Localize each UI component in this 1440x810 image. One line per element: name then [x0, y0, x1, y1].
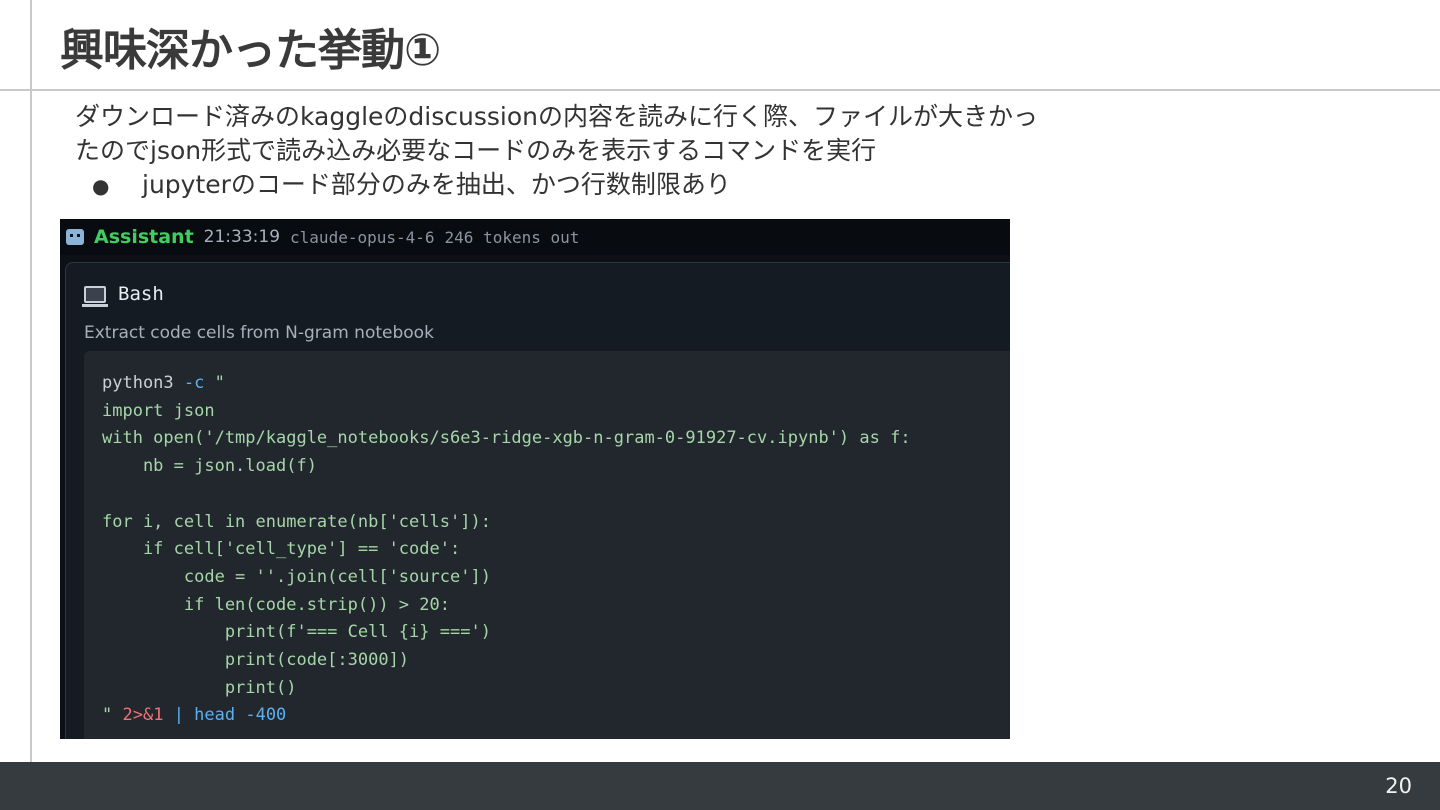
code-line: for i, cell in enumerate(nb['cells']): — [102, 511, 491, 532]
code-line: print() — [102, 677, 297, 698]
left-divider — [30, 0, 32, 762]
tool-call-card: Bash Extract code cells from N-gram note… — [65, 262, 1010, 739]
slide-footer: 20 — [0, 762, 1440, 810]
code-line: if len(code.strip()) > 20: — [102, 594, 450, 615]
page-number: 20 — [1385, 774, 1412, 798]
laptop-icon — [82, 285, 108, 307]
code-line: nb = json.load(f) — [102, 456, 317, 477]
code-line: " 2>&1 | head -400 — [102, 705, 287, 726]
code-line: code = ''.join(cell['source']) — [102, 566, 491, 587]
slide-body: ダウンロード済みのkaggleのdiscussionの内容を読みに行く際、ファイ… — [75, 100, 1155, 168]
code-text: python3 -c " import json with open('/tmp… — [102, 370, 911, 730]
body-line-2: たのでjson形式で読み込み必要なコードのみを表示するコマンドを実行 — [75, 136, 877, 165]
message-header: Assistant 21:33:19 claude-opus-4-6 246 t… — [60, 219, 1010, 255]
code-line: python3 -c " — [102, 373, 225, 393]
tool-title: Bash — [82, 283, 164, 307]
model-name: claude-opus-4-6 — [290, 227, 435, 247]
title-divider — [0, 89, 1440, 91]
code-line: with open('/tmp/kaggle_notebooks/s6e3-ri… — [102, 428, 911, 449]
assistant-label: Assistant — [94, 226, 194, 248]
code-line: print(f'=== Cell {i} ===') — [102, 622, 491, 643]
message-time: 21:33:19 — [203, 227, 281, 247]
code-line: print(code[:3000]) — [102, 650, 410, 671]
bullet-text: jupyterのコード部分のみを抽出、かつ行数制限あり — [142, 170, 731, 199]
tool-description: Extract code cells from N-gram notebook — [84, 323, 434, 343]
bullet-item: ● jupyterのコード部分のみを抽出、かつ行数制限あり — [92, 168, 731, 203]
bullet-dot: ● — [92, 174, 110, 198]
terminal-screenshot: Assistant 21:33:19 claude-opus-4-6 246 t… — [60, 219, 1010, 739]
code-block[interactable]: python3 -c " import json with open('/tmp… — [84, 351, 1010, 739]
slide-title: 興味深かった挙動① — [60, 25, 441, 76]
robot-icon — [66, 229, 84, 245]
body-line-1: ダウンロード済みのkaggleのdiscussionの内容を読みに行く際、ファイ… — [75, 102, 1038, 131]
code-line: if cell['cell_type'] == 'code': — [102, 539, 461, 560]
code-line: import json — [102, 400, 215, 421]
tool-name: Bash — [118, 283, 164, 305]
token-count: 246 tokens out — [444, 227, 580, 247]
